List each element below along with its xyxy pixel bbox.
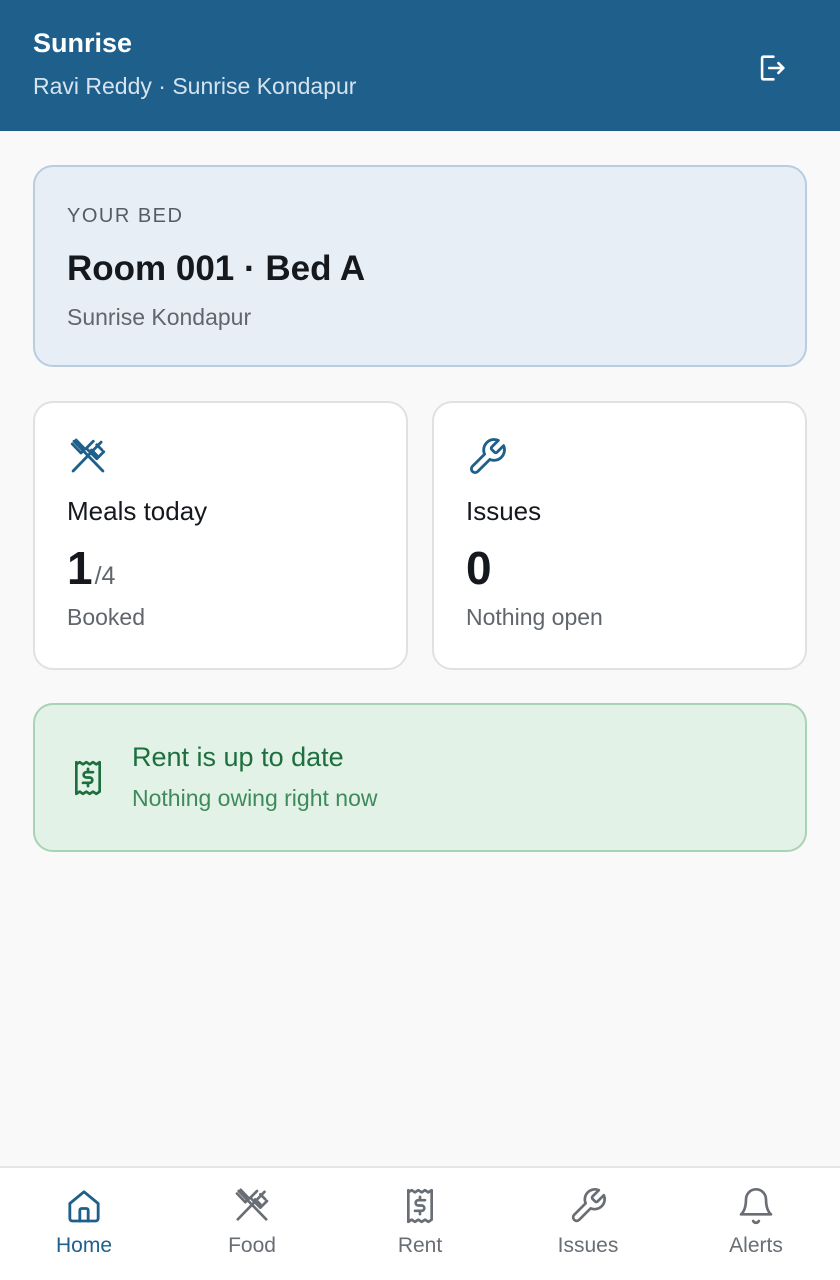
receipt-icon <box>400 1186 440 1226</box>
meals-total: /4 <box>94 562 116 590</box>
receipt-icon <box>68 757 108 799</box>
nav-label-rent: Rent <box>397 1234 443 1257</box>
nav-item-rent[interactable]: Rent <box>336 1168 504 1280</box>
logout-button[interactable] <box>750 46 794 90</box>
utensils-icon <box>67 436 109 478</box>
rent-status-caption: Nothing owing right now <box>132 785 378 811</box>
app-title: Sunrise <box>33 28 133 58</box>
utensils-icon <box>232 1186 272 1226</box>
nav-label-issues: Issues <box>557 1234 619 1257</box>
meals-caption: Booked <box>67 604 146 630</box>
issues-caption: Nothing open <box>466 604 603 630</box>
nav-label-home: Home <box>55 1234 113 1257</box>
nav-item-alerts[interactable]: Alerts <box>672 1168 840 1280</box>
app-header: Sunrise Ravi Reddy · Sunrise Kondapur <box>0 0 840 131</box>
nav-item-issues[interactable]: Issues <box>504 1168 672 1280</box>
rent-status-title: Rent is up to date <box>132 742 344 772</box>
bed-location: Sunrise Kondapur <box>67 304 252 330</box>
bed-room: Room 001 · Bed A <box>67 249 366 288</box>
bed-card: YOUR BED Room 001 · Bed A Sunrise Kondap… <box>33 165 807 367</box>
user-subtitle: Ravi Reddy · Sunrise Kondapur <box>33 73 357 99</box>
home-icon <box>64 1186 104 1226</box>
logout-icon <box>755 51 789 85</box>
meals-card[interactable]: Meals today 1/4 Booked <box>33 401 408 670</box>
bed-card-label: YOUR BED <box>67 205 184 227</box>
nav-item-food[interactable]: Food <box>168 1168 336 1280</box>
meals-booked: 1 <box>67 542 93 594</box>
bell-icon <box>736 1186 776 1226</box>
meals-title: Meals today <box>67 496 208 526</box>
issues-card[interactable]: Issues 0 Nothing open <box>432 401 807 670</box>
rent-status-card[interactable]: Rent is up to date Nothing owing right n… <box>33 703 807 852</box>
wrench-icon <box>466 436 508 478</box>
nav-item-home[interactable]: Home <box>0 1168 168 1280</box>
nav-label-alerts: Alerts <box>729 1234 783 1257</box>
issues-count: 0 <box>466 542 492 594</box>
meals-count: 1/4 <box>67 541 115 595</box>
issues-title: Issues <box>466 496 542 526</box>
nav-label-food: Food <box>228 1234 276 1257</box>
wrench-icon <box>568 1186 608 1226</box>
bottom-nav: Home Food Rent Issues Alerts <box>0 1166 840 1280</box>
